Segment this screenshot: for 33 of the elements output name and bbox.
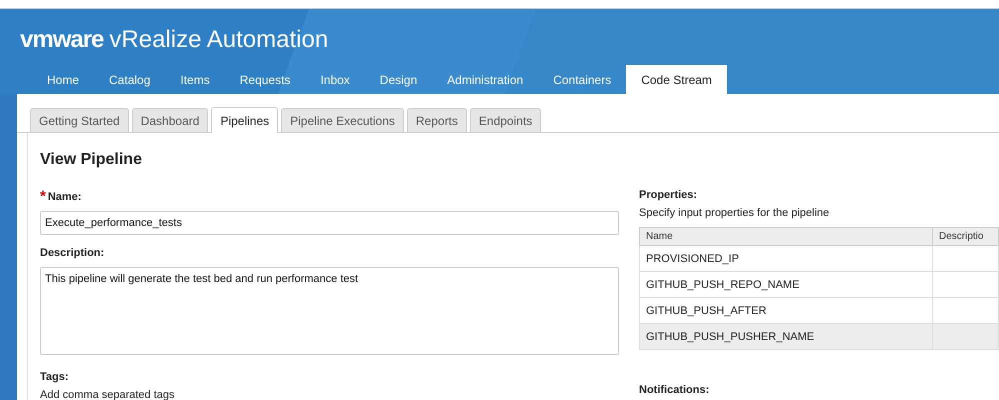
- brand-logo: vmware: [20, 26, 104, 54]
- properties-hint: Specify input properties for the pipeline: [639, 207, 830, 219]
- nav-tab[interactable]: Containers: [538, 65, 626, 94]
- tab[interactable]: Dashboard: [132, 108, 208, 132]
- field-label: Description:: [40, 247, 104, 259]
- page-title: View Pipeline: [40, 151, 143, 169]
- tags-hint: Add comma separated tags: [40, 389, 176, 400]
- nav-tab[interactable]: Requests: [224, 65, 306, 94]
- nav-tab[interactable]: Items: [165, 65, 225, 94]
- name-field[interactable]: Execute_performance_tests: [40, 211, 619, 235]
- required-mark: *: [40, 191, 46, 203]
- section-label: Properties:: [639, 189, 698, 201]
- tab[interactable]: Pipelines: [211, 107, 278, 133]
- nav-tab[interactable]: Catalog: [94, 65, 166, 94]
- nav-tab[interactable]: Inbox: [305, 65, 365, 94]
- field-label: Tags:: [40, 371, 69, 383]
- nav-tab[interactable]: Code Stream: [626, 65, 727, 94]
- table-cell[interactable]: PROVISIONED_IP: [640, 246, 932, 272]
- tab[interactable]: Getting Started: [30, 108, 129, 132]
- product-name: vRealize Automation: [109, 26, 328, 54]
- table-cell[interactable]: GITHUB_PUSH_REPO_NAME: [640, 272, 932, 298]
- tab[interactable]: Pipeline Executions: [281, 108, 404, 132]
- description-field[interactable]: This pipeline will generate the test bed and run performance test: [40, 267, 619, 355]
- column-header: Name: [640, 228, 932, 246]
- column-header: Descriptio: [932, 228, 998, 246]
- nav-tab[interactable]: Home: [32, 65, 94, 94]
- table-cell[interactable]: GITHUB_PUSH_PUSHER_NAME: [640, 324, 932, 350]
- tab[interactable]: Reports: [406, 108, 467, 132]
- section-label: Notifications:: [639, 384, 710, 396]
- nav-tab[interactable]: Design: [364, 65, 432, 94]
- tab[interactable]: Endpoints: [470, 108, 542, 132]
- nav-tab[interactable]: Administration: [432, 65, 538, 94]
- field-label: Name:: [48, 191, 82, 203]
